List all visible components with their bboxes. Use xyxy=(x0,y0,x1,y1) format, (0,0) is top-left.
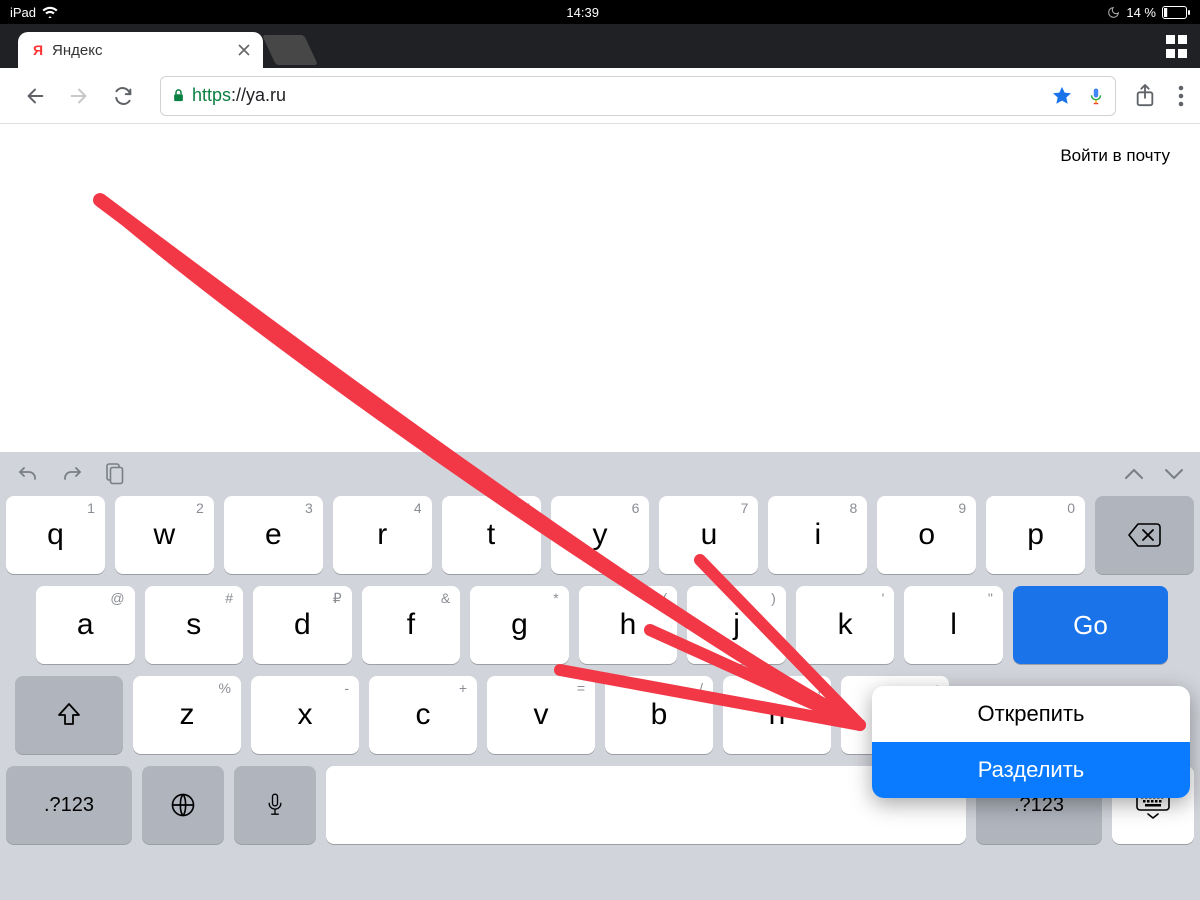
undock-keyboard-option[interactable]: Открепить xyxy=(872,686,1190,742)
space-key[interactable] xyxy=(326,766,966,844)
back-button[interactable] xyxy=(22,83,48,109)
battery-percent: 14 % xyxy=(1126,5,1156,20)
dictation-key[interactable] xyxy=(234,766,316,844)
forward-button[interactable] xyxy=(66,83,92,109)
url-scheme: https xyxy=(192,85,231,105)
ios-status-bar: iPad 14:39 14 % xyxy=(0,0,1200,24)
key-n[interactable]: n; xyxy=(723,676,831,754)
ios-keyboard: q1w2e3r4t5y6u7i8o9p0 a@s#d₽f&g*h(j)k'l"G… xyxy=(0,452,1200,900)
key-h[interactable]: h( xyxy=(579,586,678,664)
url-host: ://ya.ru xyxy=(231,85,286,105)
key-k[interactable]: k' xyxy=(796,586,895,664)
key-a[interactable]: a@ xyxy=(36,586,135,664)
keyboard-options-popover: Открепить Разделить xyxy=(872,686,1190,798)
key-u[interactable]: u7 xyxy=(659,496,758,574)
key-s[interactable]: s# xyxy=(145,586,244,664)
key-i[interactable]: i8 xyxy=(768,496,867,574)
active-tab[interactable]: Я Яндекс xyxy=(18,32,263,68)
key-d[interactable]: d₽ xyxy=(253,586,352,664)
key-f[interactable]: f& xyxy=(362,586,461,664)
key-v[interactable]: v= xyxy=(487,676,595,754)
key-x[interactable]: x- xyxy=(251,676,359,754)
key-j[interactable]: j) xyxy=(687,586,786,664)
key-r[interactable]: r4 xyxy=(333,496,432,574)
shift-key[interactable] xyxy=(15,676,123,754)
key-b[interactable]: b/ xyxy=(605,676,713,754)
key-c[interactable]: c+ xyxy=(369,676,477,754)
key-o[interactable]: o9 xyxy=(877,496,976,574)
close-tab-icon[interactable] xyxy=(235,41,253,59)
do-not-disturb-icon xyxy=(1107,6,1120,19)
key-q[interactable]: q1 xyxy=(6,496,105,574)
tab-favicon: Я xyxy=(30,42,46,58)
keyboard-toolbar xyxy=(0,452,1200,496)
sign-in-mail-link[interactable]: Войти в почту xyxy=(1060,146,1170,166)
key-p[interactable]: p0 xyxy=(986,496,1085,574)
key-g[interactable]: g* xyxy=(470,586,569,664)
key-l[interactable]: l" xyxy=(904,586,1003,664)
reload-button[interactable] xyxy=(110,83,136,109)
chevron-down-icon[interactable] xyxy=(1164,467,1184,481)
key-y[interactable]: y6 xyxy=(551,496,650,574)
tab-overview-icon[interactable] xyxy=(1165,34,1186,59)
key-t[interactable]: t5 xyxy=(442,496,541,574)
device-label: iPad xyxy=(10,5,36,20)
bookmark-star-icon[interactable] xyxy=(1051,85,1073,107)
undo-icon[interactable] xyxy=(16,464,40,484)
battery-icon xyxy=(1162,6,1190,19)
share-icon[interactable] xyxy=(1134,83,1156,109)
address-bar[interactable]: https://ya.ru xyxy=(160,76,1116,116)
browser-tab-bar: Я Яндекс xyxy=(0,24,1200,68)
chevron-up-icon[interactable] xyxy=(1124,467,1144,481)
wifi-icon xyxy=(42,6,58,18)
key-e[interactable]: e3 xyxy=(224,496,323,574)
tab-title: Яндекс xyxy=(52,42,235,59)
lock-icon xyxy=(171,87,186,104)
split-keyboard-option[interactable]: Разделить xyxy=(872,742,1190,798)
browser-toolbar: https://ya.ru xyxy=(0,68,1200,124)
clock: 14:39 xyxy=(58,5,1107,20)
menu-dots-icon[interactable] xyxy=(1178,85,1184,107)
key-w[interactable]: w2 xyxy=(115,496,214,574)
key-z[interactable]: z% xyxy=(133,676,241,754)
voice-search-icon[interactable] xyxy=(1087,85,1105,107)
go-key[interactable]: Go xyxy=(1013,586,1168,664)
redo-icon[interactable] xyxy=(60,464,84,484)
backspace-key[interactable] xyxy=(1095,496,1194,574)
new-tab-button[interactable] xyxy=(262,35,318,65)
mode-switch-key-left[interactable]: .?123 xyxy=(6,766,132,844)
clipboard-icon[interactable] xyxy=(104,463,124,485)
globe-key[interactable] xyxy=(142,766,224,844)
